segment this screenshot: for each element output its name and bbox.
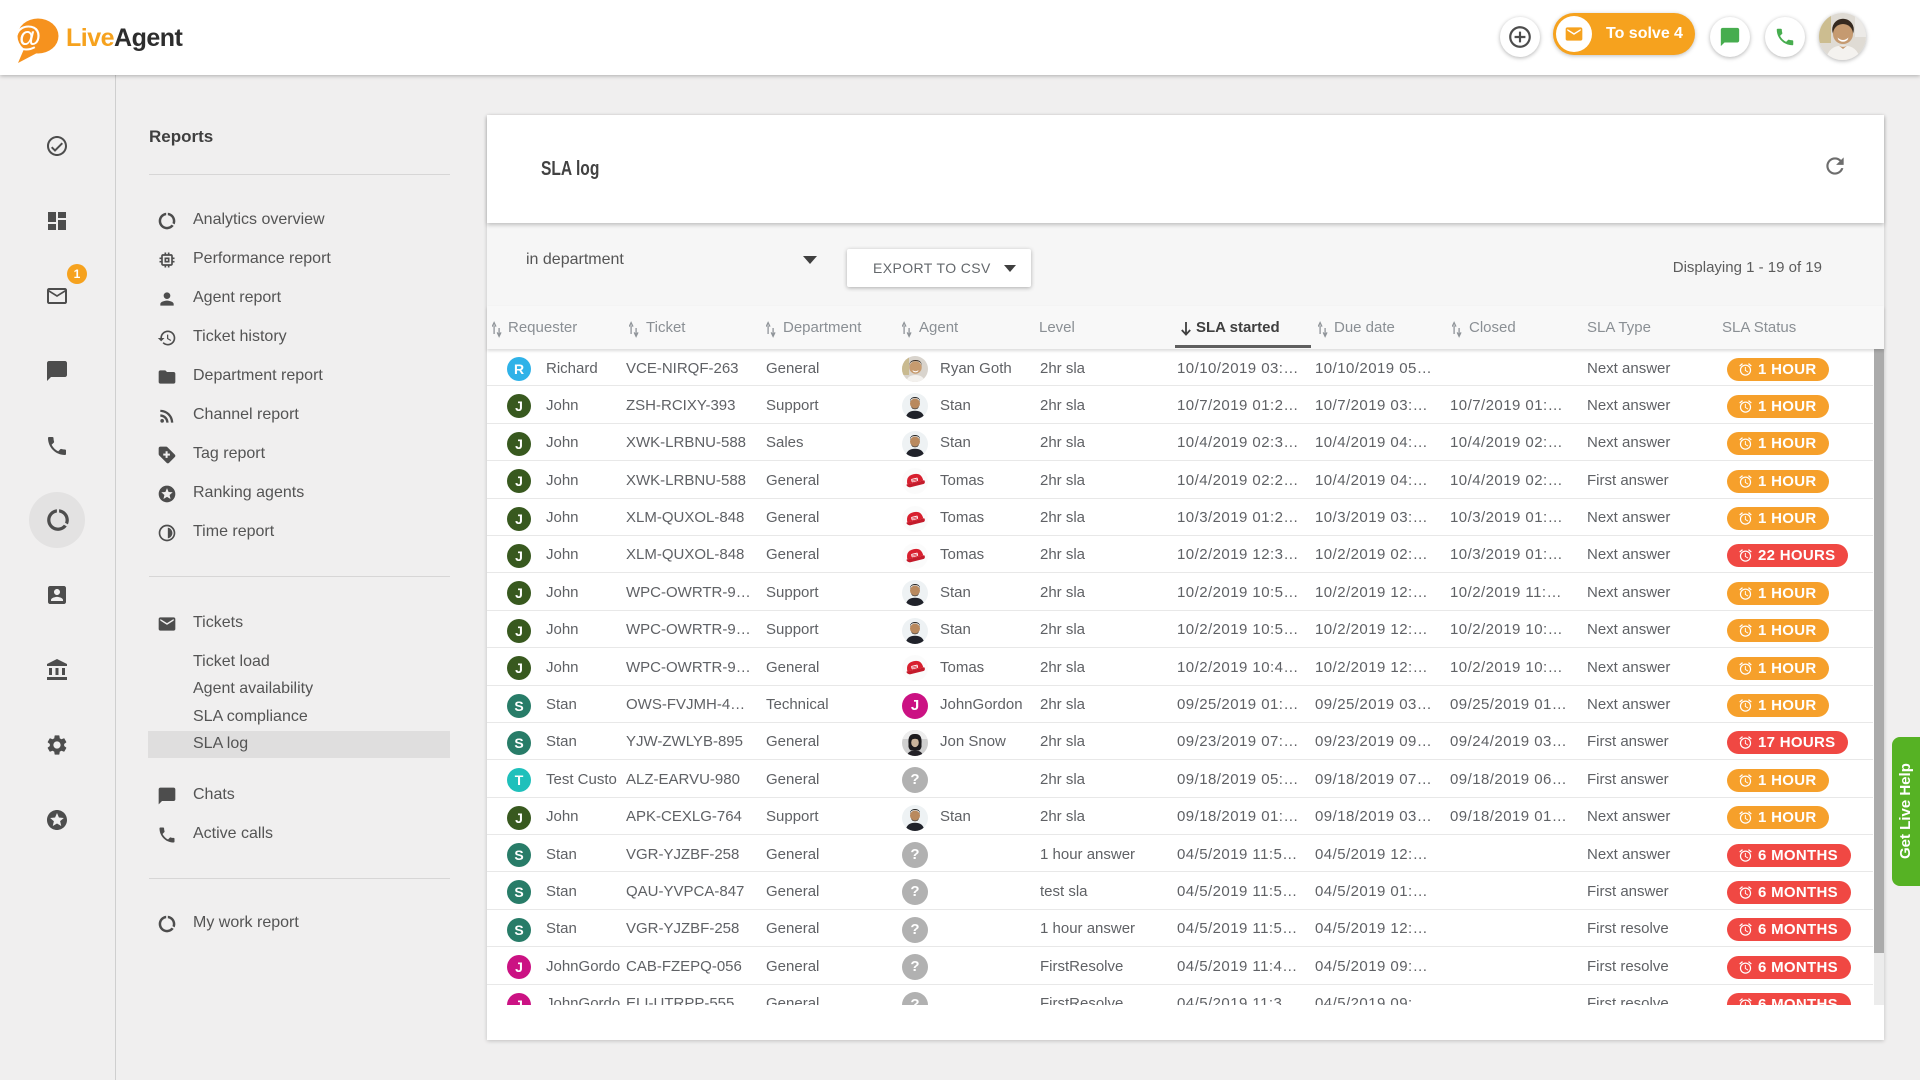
svg-text:@: @ — [13, 21, 41, 53]
